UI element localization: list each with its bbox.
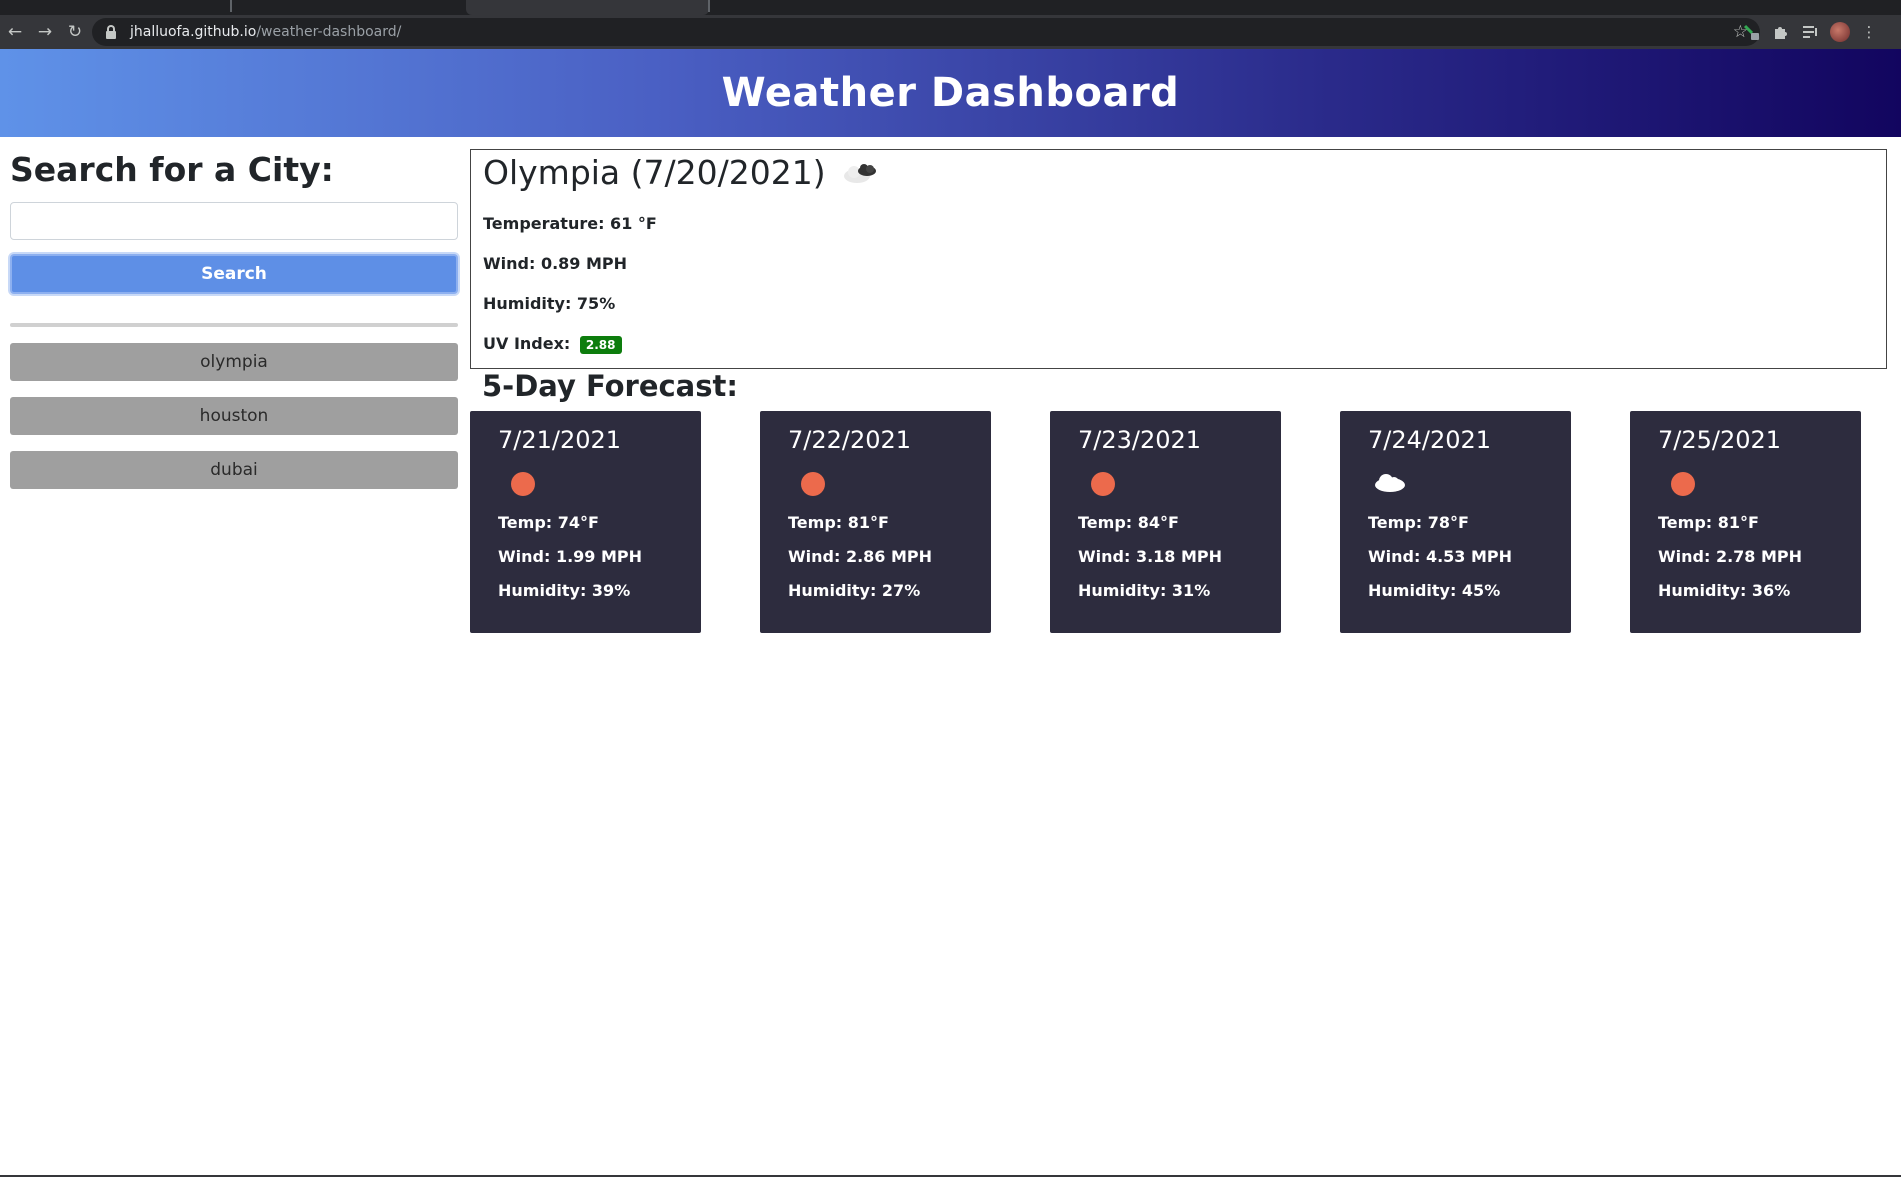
forecast-temp: Temp: 84°F: [1078, 513, 1179, 532]
history-button-houston[interactable]: houston: [10, 397, 458, 435]
url-path: /weather-dashboard/: [256, 24, 402, 40]
search-button[interactable]: Search: [10, 254, 458, 294]
reload-icon[interactable]: ↻: [60, 17, 90, 47]
profile-avatar-icon[interactable]: [1830, 22, 1850, 42]
forecast-temp: Temp: 78°F: [1368, 513, 1469, 532]
search-history: olympia houston dubai: [10, 343, 458, 489]
forecast-date: 7/25/2021: [1658, 426, 1782, 454]
forecast-humidity: Humidity: 31%: [1078, 581, 1211, 600]
forecast-heading: 5-Day Forecast:: [482, 369, 738, 403]
forecast-wind: Wind: 2.78 MPH: [1658, 547, 1803, 566]
forecast-humidity: Humidity: 27%: [788, 581, 921, 600]
search-sidebar: Search for a City: Search olympia housto…: [10, 150, 458, 505]
current-weather-panel: Olympia (7/20/2021) Temperature: 61 °F W…: [470, 149, 1887, 369]
current-city-date: Olympia (7/20/2021): [483, 152, 826, 192]
extension-area: ⋮: [1740, 15, 1880, 49]
forecast-card: 7/21/2021 Temp: 74°F Wind: 1.99 MPH Humi…: [470, 411, 701, 633]
extension-icon[interactable]: [1740, 21, 1762, 43]
broken-clouds-icon: [840, 154, 882, 190]
tab-divider: [230, 0, 232, 12]
forecast-temp: Temp: 81°F: [1658, 513, 1759, 532]
forecast-card: 7/23/2021 Temp: 84°F Wind: 3.18 MPH Humi…: [1050, 411, 1281, 633]
sun-icon: [788, 461, 828, 501]
forecast-date: 7/21/2021: [498, 426, 622, 454]
tab-divider: [708, 0, 710, 12]
back-arrow-icon[interactable]: ←: [0, 17, 30, 47]
url-host: jhalluofa.github.io: [130, 24, 257, 40]
forecast-humidity: Humidity: 45%: [1368, 581, 1501, 600]
cloud-icon: [1368, 461, 1408, 501]
forecast-wind: Wind: 1.99 MPH: [498, 547, 643, 566]
sun-icon: [1658, 461, 1698, 501]
sun-icon: [1078, 461, 1118, 501]
browser-tab-strip: [0, 0, 1901, 15]
browser-tab-active[interactable]: [466, 0, 709, 15]
sun-icon: [498, 461, 538, 501]
forecast-temp: Temp: 81°F: [788, 513, 889, 532]
browser-toolbar: ← → ↻ jhalluofa.github.io/weather-dashbo…: [0, 15, 1901, 49]
city-search-input[interactable]: [10, 202, 458, 240]
page: Weather Dashboard Search for a City: Sea…: [0, 49, 1901, 1177]
lock-icon[interactable]: [104, 25, 118, 39]
forecast-wind: Wind: 4.53 MPH: [1368, 547, 1513, 566]
forecast-wind: Wind: 2.86 MPH: [788, 547, 933, 566]
forecast-card: 7/24/2021 Temp: 78°F Wind: 4.53 MPH Humi…: [1340, 411, 1571, 633]
history-button-olympia[interactable]: olympia: [10, 343, 458, 381]
current-temperature: Temperature: 61 °F: [483, 214, 657, 233]
current-wind: Wind: 0.89 MPH: [483, 254, 628, 273]
forecast-card: 7/22/2021 Temp: 81°F Wind: 2.86 MPH Humi…: [760, 411, 991, 633]
forecast-humidity: Humidity: 36%: [1658, 581, 1791, 600]
history-button-dubai[interactable]: dubai: [10, 451, 458, 489]
forward-arrow-icon[interactable]: →: [30, 17, 60, 47]
address-bar[interactable]: jhalluofa.github.io/weather-dashboard/ ☆: [92, 18, 1760, 46]
forecast-temp: Temp: 74°F: [498, 513, 599, 532]
forecast-date: 7/23/2021: [1078, 426, 1202, 454]
sidebar-divider: [10, 323, 458, 327]
forecast-humidity: Humidity: 39%: [498, 581, 631, 600]
current-humidity: Humidity: 75%: [483, 294, 616, 313]
forecast-date: 7/24/2021: [1368, 426, 1492, 454]
forecast-date: 7/22/2021: [788, 426, 912, 454]
kebab-menu-icon[interactable]: ⋮: [1858, 21, 1880, 43]
uv-index-badge: 2.88: [579, 335, 622, 354]
page-title: Weather Dashboard: [721, 70, 1180, 116]
reading-list-icon[interactable]: [1800, 21, 1822, 43]
current-weather-title-row: Olympia (7/20/2021): [483, 152, 1874, 192]
puzzle-extensions-icon[interactable]: [1770, 21, 1792, 43]
page-header: Weather Dashboard: [0, 49, 1901, 137]
forecast-wind: Wind: 3.18 MPH: [1078, 547, 1223, 566]
forecast-card: 7/25/2021 Temp: 81°F Wind: 2.78 MPH Humi…: [1630, 411, 1861, 633]
current-uv-row: UV Index: 2.88: [483, 334, 1874, 354]
search-heading: Search for a City:: [10, 150, 334, 189]
uv-index-label: UV Index:: [483, 334, 571, 353]
